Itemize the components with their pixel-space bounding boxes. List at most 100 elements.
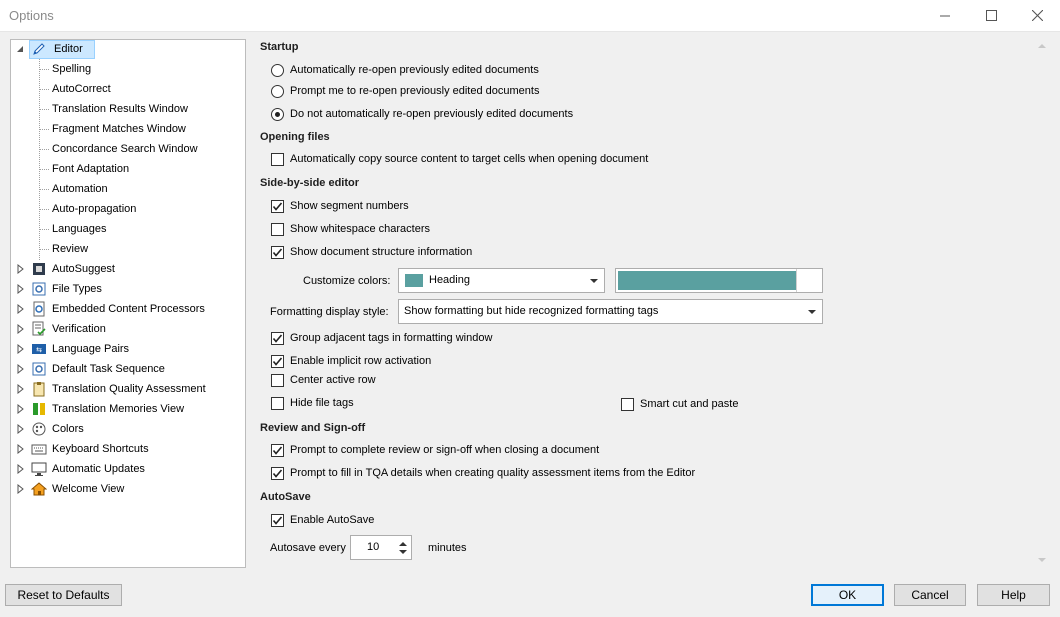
- collapsed-arrow-icon[interactable]: [17, 284, 25, 294]
- tree-item-label: AutoSuggest: [52, 263, 115, 275]
- checkbox[interactable]: [271, 354, 284, 368]
- tree-item-editor[interactable]: Editor: [11, 40, 245, 59]
- tree-item-auto-propagation[interactable]: Auto-propagation: [11, 200, 245, 218]
- tree-connector: [39, 169, 49, 170]
- tree-item-label: Font Adaptation: [52, 163, 130, 175]
- checkbox[interactable]: [271, 199, 284, 213]
- tree-item-label: Translation Quality Assessment: [52, 383, 206, 395]
- reset-defaults-button[interactable]: Reset to Defaults: [5, 584, 122, 606]
- tree-item-label: Verification: [52, 323, 106, 335]
- tree-item-label: Colors: [52, 423, 84, 435]
- checkbox-segment-numbers[interactable]: Show segment numbers: [271, 198, 409, 214]
- tree-item-autocorrect[interactable]: AutoCorrect: [11, 80, 245, 98]
- formatting-style-dropdown[interactable]: Show formatting but hide recognized form…: [398, 299, 823, 324]
- tree-item-languages[interactable]: Languages: [11, 220, 245, 238]
- collapsed-arrow-icon[interactable]: [17, 464, 25, 474]
- checkbox[interactable]: [621, 397, 634, 411]
- tree-item-review[interactable]: Review: [11, 240, 245, 258]
- tree-item-verification[interactable]: Verification: [11, 320, 245, 338]
- svg-text:⇆: ⇆: [36, 346, 42, 354]
- minimize-button[interactable]: [922, 0, 968, 30]
- tree-item-automation[interactable]: Automation: [11, 180, 245, 198]
- checkbox[interactable]: [271, 443, 284, 457]
- monitor-icon: [31, 462, 47, 476]
- checkbox[interactable]: [271, 396, 284, 410]
- collapsed-arrow-icon[interactable]: [17, 484, 25, 494]
- palette-icon: [32, 422, 46, 436]
- checkbox-copy-source[interactable]: Automatically copy source content to tar…: [271, 151, 648, 167]
- collapsed-arrow-icon[interactable]: [17, 264, 25, 274]
- collapsed-arrow-icon[interactable]: [17, 404, 25, 414]
- color-picker[interactable]: [615, 268, 823, 293]
- tree-connector: [39, 69, 49, 70]
- tree-item-file-types[interactable]: File Types: [11, 280, 245, 298]
- checkbox[interactable]: [271, 222, 284, 236]
- checkbox-structure-info[interactable]: Show document structure information: [271, 244, 472, 260]
- checkbox-enable-autosave[interactable]: Enable AutoSave: [271, 512, 374, 528]
- checkbox-group-tags[interactable]: Group adjacent tags in formatting window: [271, 330, 492, 346]
- tree-item-autosuggest[interactable]: AutoSuggest: [11, 260, 245, 278]
- tree-item-translation-results-window[interactable]: Translation Results Window: [11, 100, 245, 118]
- collapsed-arrow-icon[interactable]: [17, 344, 25, 354]
- tree-item-font-adaptation[interactable]: Font Adaptation: [11, 160, 245, 178]
- checkbox-whitespace[interactable]: Show whitespace characters: [271, 221, 430, 237]
- color-picker-dropdown-button[interactable]: [796, 269, 822, 292]
- checkbox[interactable]: [271, 466, 284, 480]
- checkmark-icon: [272, 468, 283, 478]
- collapsed-arrow-icon[interactable]: [17, 424, 25, 434]
- tree-item-translation-memories-view[interactable]: Translation Memories View: [11, 400, 245, 418]
- scroll-up-arrow[interactable]: [1038, 44, 1046, 48]
- tree-item-label: Default Task Sequence: [52, 363, 165, 375]
- collapsed-arrow-icon[interactable]: [17, 384, 25, 394]
- autosave-interval-spinner[interactable]: 10: [350, 535, 412, 560]
- options-tree[interactable]: Editor Spelling AutoCorrect Translation Re…: [10, 39, 246, 568]
- tree-item-embedded-content-processors[interactable]: Embedded Content Processors: [11, 300, 245, 318]
- cancel-button[interactable]: Cancel: [894, 584, 966, 606]
- radio-button[interactable]: [271, 63, 284, 77]
- tree-item-spelling[interactable]: Spelling: [11, 60, 245, 78]
- tree-item-fragment-matches-window[interactable]: Fragment Matches Window: [11, 120, 245, 138]
- tree-item-default-task-sequence[interactable]: Default Task Sequence: [11, 360, 245, 378]
- radio-auto-reopen[interactable]: Automatically re-open previously edited …: [271, 62, 539, 78]
- checkbox[interactable]: [271, 331, 284, 345]
- ok-button[interactable]: OK: [811, 584, 884, 606]
- title-bar: Options: [0, 0, 1060, 32]
- tree-item-welcome-view[interactable]: Welcome View: [11, 480, 245, 498]
- collapsed-arrow-icon[interactable]: [17, 444, 25, 454]
- file-types-icon: [32, 282, 46, 296]
- tree-item-language-pairs[interactable]: ⇆ Language Pairs: [11, 340, 245, 358]
- maximize-button[interactable]: [968, 0, 1014, 30]
- checkbox-hide-file-tags[interactable]: Hide file tags: [271, 395, 354, 411]
- spin-down-icon[interactable]: [399, 550, 407, 554]
- checkbox-prompt-tqa[interactable]: Prompt to fill in TQA details when creat…: [271, 465, 695, 481]
- checkbox-implicit-row[interactable]: Enable implicit row activation: [271, 353, 431, 369]
- checkbox[interactable]: [271, 245, 284, 259]
- tree-item-keyboard-shortcuts[interactable]: Keyboard Shortcuts: [11, 440, 245, 458]
- checkbox-smart-cut[interactable]: Smart cut and paste: [621, 396, 738, 412]
- tree-item-concordance-search-window[interactable]: Concordance Search Window: [11, 140, 245, 158]
- tree-item-automatic-updates[interactable]: Automatic Updates: [11, 460, 245, 478]
- checkbox[interactable]: [271, 513, 284, 527]
- tree-connector: [39, 129, 49, 130]
- spin-up-icon[interactable]: [399, 542, 407, 546]
- radio-button-selected[interactable]: [271, 107, 284, 121]
- autosave-every-label: Autosave every: [270, 542, 346, 554]
- collapsed-arrow-icon[interactable]: [17, 304, 25, 314]
- checkbox-center-row[interactable]: Center active row: [271, 372, 376, 388]
- tree-connector: [39, 189, 49, 190]
- scroll-down-arrow[interactable]: [1038, 558, 1046, 562]
- close-button[interactable]: [1014, 0, 1060, 30]
- radio-prompt-reopen[interactable]: Prompt me to re-open previously edited d…: [271, 83, 539, 99]
- tree-item-colors[interactable]: Colors: [11, 420, 245, 438]
- radio-button[interactable]: [271, 84, 284, 98]
- checkbox-prompt-complete[interactable]: Prompt to complete review or sign-off wh…: [271, 442, 599, 458]
- formatting-style-label: Formatting display style:: [270, 306, 389, 318]
- collapsed-arrow-icon[interactable]: [17, 324, 25, 334]
- tree-item-translation-quality-assessment[interactable]: Translation Quality Assessment: [11, 380, 245, 398]
- collapsed-arrow-icon[interactable]: [17, 364, 25, 374]
- checkbox[interactable]: [271, 373, 284, 387]
- customize-colors-dropdown[interactable]: Heading: [398, 268, 605, 293]
- checkbox[interactable]: [271, 152, 284, 166]
- help-button[interactable]: Help: [977, 584, 1050, 606]
- radio-no-reopen[interactable]: Do not automatically re-open previously …: [271, 106, 573, 122]
